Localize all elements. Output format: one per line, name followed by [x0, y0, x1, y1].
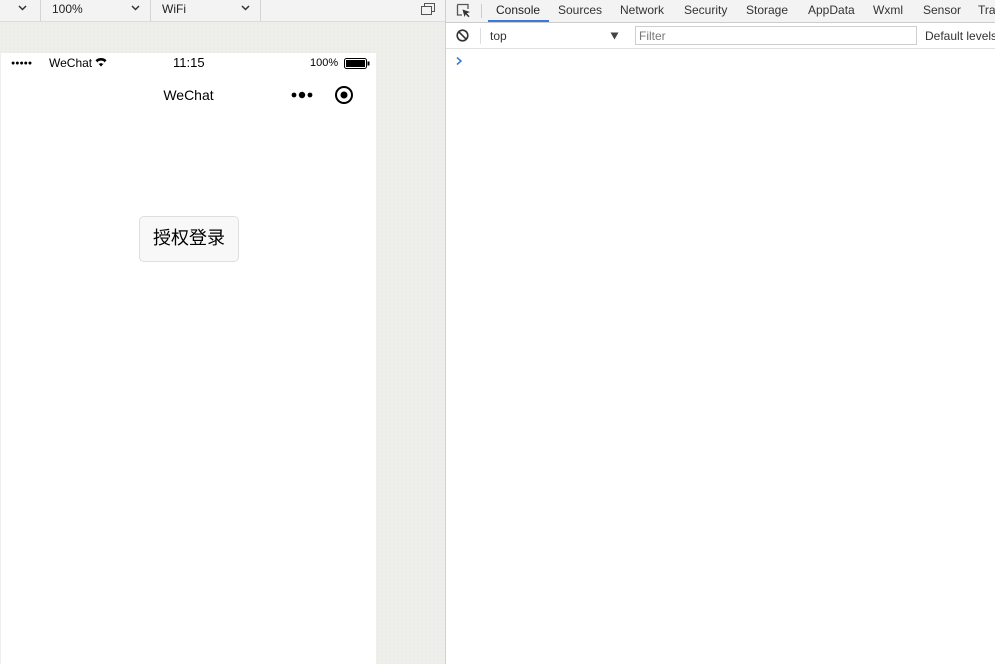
- tab-console[interactable]: Console: [496, 3, 540, 17]
- chevron-down-icon: [131, 5, 140, 11]
- tab-sensor[interactable]: Sensor: [923, 3, 961, 17]
- devtools-panel: Console Sources Network Security Storage…: [446, 0, 995, 664]
- inspect-element-icon[interactable]: [456, 3, 471, 18]
- clear-console-icon[interactable]: [456, 29, 469, 42]
- tab-network[interactable]: Network: [620, 3, 664, 17]
- network-value: WiFi: [162, 2, 186, 16]
- navigation-bar: WeChat: [1, 73, 376, 117]
- battery-percentage: 100%: [310, 57, 339, 69]
- carrier-name: WeChat: [49, 56, 93, 70]
- tab-storage[interactable]: Storage: [746, 3, 788, 17]
- tab-separator: [481, 4, 482, 18]
- zoom-select[interactable]: 100%: [41, 0, 150, 21]
- tab-appdata[interactable]: AppData: [808, 3, 855, 17]
- phone-screen: ●●●●● WeChat 11:15 100% WeChat 授权登录: [1, 53, 376, 664]
- toolbar-divider: [260, 0, 261, 21]
- console-toolbar: top Default levels: [446, 23, 995, 49]
- battery-icon: [344, 58, 370, 69]
- active-tab-indicator: [488, 20, 549, 22]
- nav-title: WeChat: [163, 87, 214, 103]
- chevron-down-icon: [18, 5, 27, 11]
- network-select[interactable]: WiFi: [151, 0, 260, 21]
- authorize-login-button[interactable]: 授权登录: [139, 216, 239, 262]
- device-select[interactable]: [0, 0, 40, 21]
- console-filter-input[interactable]: [635, 26, 917, 45]
- dropdown-arrow-icon: [610, 32, 619, 40]
- toolbar-separator: [480, 28, 481, 44]
- close-miniprogram-icon[interactable]: [334, 85, 354, 105]
- context-select[interactable]: top: [486, 28, 624, 44]
- status-time: 11:15: [173, 55, 205, 70]
- devtools-tab-bar: Console Sources Network Security Storage…: [446, 0, 995, 23]
- window-restore-icon[interactable]: [421, 3, 435, 15]
- status-bar: ●●●●● WeChat 11:15 100%: [1, 53, 376, 73]
- tab-security[interactable]: Security: [684, 3, 727, 17]
- tab-sources[interactable]: Sources: [558, 3, 602, 17]
- more-options-icon[interactable]: [291, 91, 315, 99]
- signal-indicator: ●●●●●: [11, 60, 33, 67]
- wifi-icon: [95, 58, 107, 67]
- chevron-down-icon: [241, 5, 250, 11]
- log-levels-select[interactable]: Default levels: [925, 29, 995, 43]
- context-value: top: [490, 29, 507, 43]
- tab-wxml[interactable]: Wxml: [873, 3, 903, 17]
- tab-trace[interactable]: Tra: [978, 3, 995, 17]
- console-prompt-icon[interactable]: [455, 56, 463, 66]
- zoom-value: 100%: [52, 2, 83, 16]
- simulator-toolbar: 100% WiFi: [0, 0, 446, 22]
